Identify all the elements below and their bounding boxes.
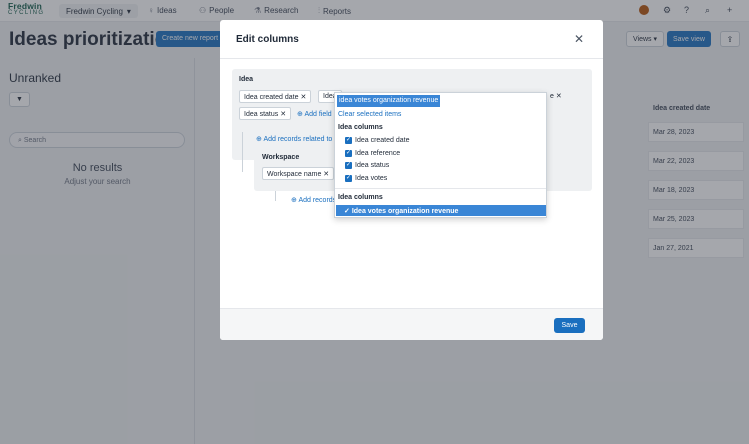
option-group-label: Idea columns [338,194,383,201]
column-picker-dropdown: idea votes organization revenue Clear se… [334,92,547,218]
option-group-label: Idea columns [338,124,383,131]
checkbox-checked-icon[interactable]: ✓ [345,150,352,157]
column-search-input[interactable]: idea votes organization revenue [337,95,441,107]
option-label: Idea reference [355,150,401,157]
chip-label: e [550,93,554,100]
column-chip[interactable]: Idea created date ✕ [239,90,312,103]
close-icon[interactable]: ✕ [574,32,584,46]
idea-section-label: Idea [239,76,254,83]
add-related-label: Add records related to [263,136,333,143]
check-icon: ✓ [344,208,350,215]
option-label: Idea status [355,162,390,169]
chip-label: Workspace name [267,171,322,178]
checkbox-checked-icon[interactable]: ✓ [345,175,352,182]
column-chip[interactable]: Workspace name ✕ [262,167,335,180]
option-idea-votes[interactable]: ✓ Idea votes [345,175,387,182]
add-records-label: Add records [298,197,337,204]
add-records-link[interactable]: ⊕ Add records [291,196,336,204]
plus-circle-icon: ⊕ [291,197,297,204]
add-related-records-link[interactable]: ⊕ Add records related to [256,135,332,143]
workspace-section-label: Workspace [262,154,300,161]
modal-title: Edit columns [236,34,299,45]
modal-footer: Save [220,308,603,340]
option-idea-status[interactable]: ✓ Idea status [345,162,389,169]
add-field-link[interactable]: ⊕ Add field [297,110,332,118]
plus-circle-icon: ⊕ [297,111,303,118]
column-chip[interactable]: Idea status ✕ [239,107,292,120]
option-idea-created-date[interactable]: ✓ Idea created date [345,137,410,144]
remove-icon[interactable]: ✕ [323,171,329,178]
column-chip[interactable]: e ✕ [546,90,566,103]
tree-connector [275,191,276,201]
remove-icon[interactable]: ✕ [280,111,286,118]
checkbox-checked-icon[interactable]: ✓ [345,137,352,144]
add-field-label: Add field [304,111,332,118]
save-button[interactable]: Save [554,318,585,333]
tree-connector [242,132,243,172]
clear-selected-link[interactable]: Clear selected items [338,111,401,118]
option-idea-votes-organization-revenue[interactable]: ✓ Idea votes organization revenue [336,205,546,216]
remove-icon[interactable]: ✕ [556,93,562,100]
option-idea-reference[interactable]: ✓ Idea reference [345,150,400,157]
divider [220,58,603,59]
chip-label: Idea status [244,111,279,118]
checkbox-checked-icon[interactable]: ✓ [345,162,352,169]
chip-label: Idea created date [244,94,299,101]
plus-circle-icon: ⊕ [256,136,262,143]
option-label: Idea votes [355,175,388,182]
option-label: Idea votes organization revenue [351,208,459,215]
divider [335,188,546,189]
option-label: Idea created date [355,137,410,144]
remove-icon[interactable]: ✕ [300,94,306,101]
